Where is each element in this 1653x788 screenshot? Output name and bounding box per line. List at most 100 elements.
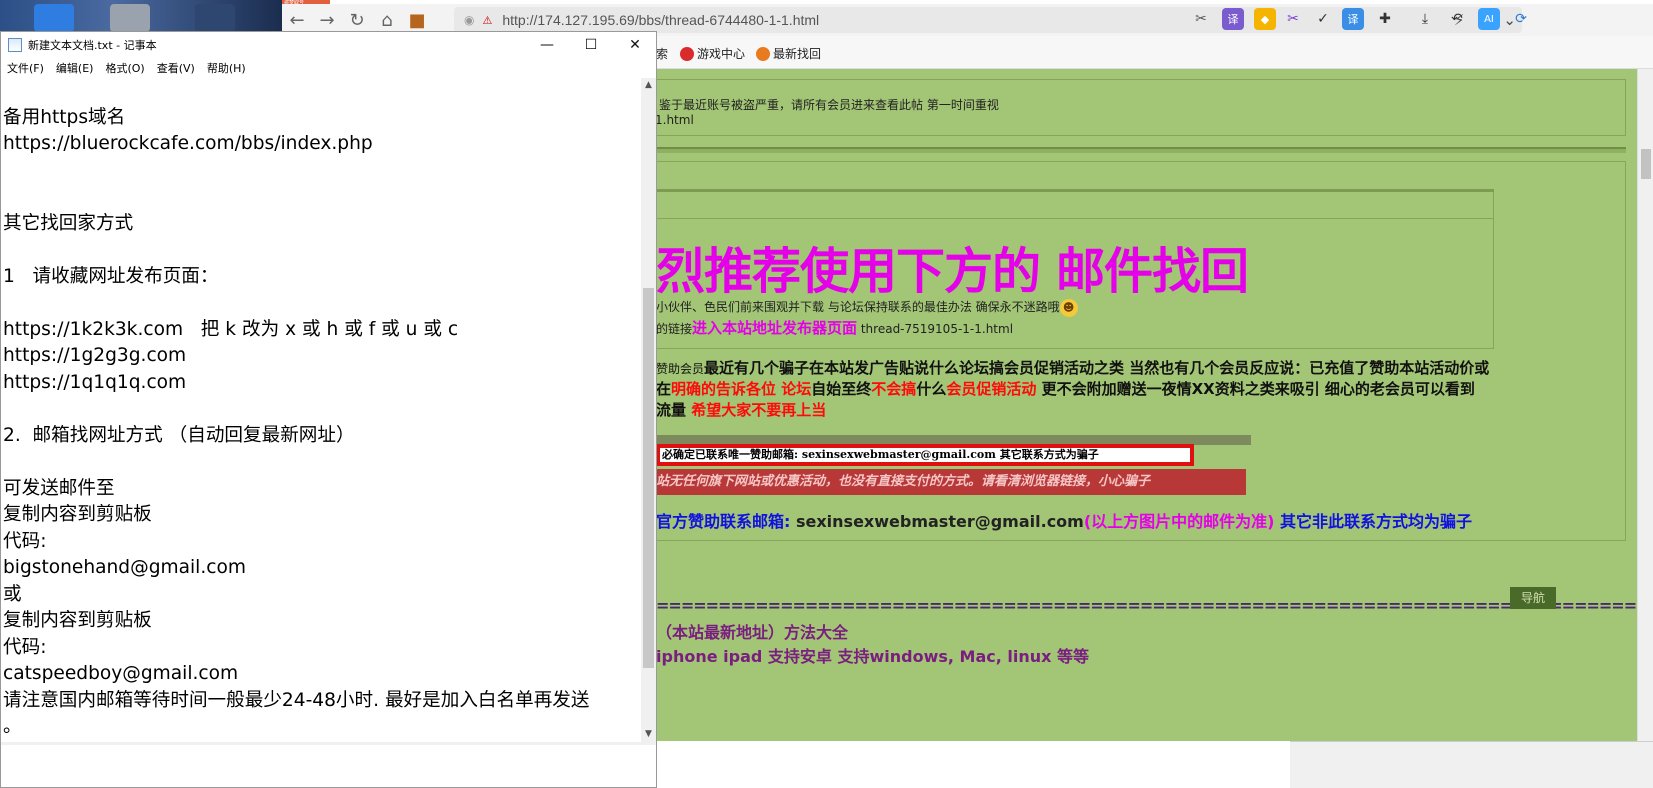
platforms-line: iphone ipad 支持安卓 支持windows, Mac, linux 等… — [656, 647, 1090, 666]
link-suffix[interactable]: thread-7519105-1-1.html — [857, 322, 1013, 336]
notepad-title: 新建文本文档.txt - 记事本 — [28, 39, 157, 52]
notepad-line: 1 请收藏网址发布页面： — [3, 265, 219, 287]
notepad-menubar: 文件(F) 编辑(E) 格式(O) 查看(V) 帮助(H) — [1, 58, 656, 78]
notepad-line: 2. 邮箱找网址方式 （自动回复最新网址） — [3, 424, 355, 446]
forward-icon[interactable]: → — [312, 6, 342, 34]
sponsor-label: 赞助会员 — [656, 362, 705, 376]
warning-red: 论坛 — [781, 380, 812, 398]
notice-link[interactable]: 1.html — [655, 113, 694, 127]
warning-text-1: 最近有几个骗子在本站发广告贴说什么论坛搞会员促销活动之类 当然也有几个会员反应说… — [704, 359, 1490, 377]
notepad-editor[interactable]: 备用https域名 https://bluerockcafe.com/bbs/in… — [3, 78, 640, 742]
link-line: 的链接进入本站地址发布器页面 thread-7519105-1-1.html — [656, 317, 1013, 338]
notepad-line — [3, 237, 640, 264]
notepad-line: catspeedboy@gmail.com — [3, 663, 239, 684]
desktop-app-icon[interactable] — [34, 4, 74, 32]
scam-warning-banner: 站无任何旗下网站或优惠活动，也没有直接支付的方式。请看清浏览器链接，小心骗子 — [656, 469, 1246, 495]
warning-text: 流量 — [656, 401, 692, 419]
menu-file[interactable]: 文件(F) — [7, 60, 44, 76]
contact-label: 官方赞助联系邮箱: — [656, 512, 796, 531]
status-bar — [1290, 741, 1653, 788]
menu-view[interactable]: 查看(V) — [157, 60, 195, 76]
translate-ext-icon[interactable]: 译 — [1222, 8, 1244, 30]
notepad-line: 代码: — [3, 530, 47, 552]
notepad-line: https://1q1q1q.com — [3, 371, 187, 393]
warning-red: 不会搞 — [871, 380, 917, 398]
undo-icon[interactable]: ↶ — [1446, 8, 1468, 30]
url-text[interactable]: http://174.127.195.69/bbs/thread-6744480… — [502, 12, 819, 28]
cut-ext-icon[interactable]: ✂ — [1282, 8, 1304, 30]
scroll-up-icon[interactable]: ▲ — [641, 78, 656, 93]
notepad-scrollbar[interactable]: ▲ ▼ — [641, 78, 656, 742]
contact-email[interactable]: sexinsexwebmaster@gmail.com — [796, 512, 1084, 531]
notepad-hscrollbar[interactable] — [1, 742, 656, 745]
insecure-icon: ⚠ — [482, 13, 493, 27]
close-icon[interactable]: ✕ — [613, 32, 657, 58]
bookmark-game-center[interactable]: 游戏中心 — [680, 45, 745, 62]
desktop-background — [0, 0, 282, 32]
page-scrollbar-thumb[interactable] — [1641, 149, 1651, 179]
download-icon[interactable]: ⤓ — [1414, 8, 1436, 30]
check-icon[interactable]: ✓ — [1312, 8, 1334, 30]
menu-format[interactable]: 格式(O) — [105, 60, 144, 76]
latest-icon — [756, 46, 770, 61]
notepad-line — [3, 184, 640, 211]
bookmark-item[interactable]: 索 — [656, 45, 668, 62]
notepad-line: https://bluerockcafe.com/bbs/index.php — [3, 133, 373, 154]
reload-icon[interactable]: ↻ — [342, 6, 372, 34]
notepad-line — [3, 449, 640, 476]
notepad-line: 可发送邮件至 — [3, 477, 115, 499]
method-title: （本站最新地址）方法大全 — [656, 623, 849, 642]
warning-red: 会员促销活动 — [946, 380, 1037, 398]
maximize-icon[interactable]: ☐ — [569, 32, 613, 58]
warning-text: 更不会附加赠送一夜情XX资料之类来吸引 细心的老会员可以看到 — [1036, 380, 1475, 398]
warning-line-1: 赞助会员最近有几个骗子在本站发广告贴说什么论坛搞会员促销活动之类 当然也有几个会… — [656, 358, 1636, 380]
scissors-icon[interactable]: ✂ — [1190, 8, 1212, 30]
publisher-link[interactable]: 进入本站地址发布器页面 — [692, 319, 857, 337]
section-divider — [656, 147, 1626, 153]
notepad-line: 其它找回家方式 — [3, 212, 134, 234]
translate-icon[interactable]: 译 — [1342, 8, 1364, 30]
notepad-icon — [8, 38, 22, 52]
desktop: 盗梦取号 ← → ↻ ⌂ ■ ◉ ⚠ http://174.127.195.69… — [0, 0, 1653, 788]
bookmark-label: 游戏中心 — [697, 47, 746, 61]
notepad-line: https://1g2g3g.com — [3, 345, 187, 366]
recycle-bin-icon[interactable] — [110, 4, 150, 32]
page-scrollbar[interactable] — [1637, 69, 1653, 741]
scroll-down-icon[interactable]: ▼ — [641, 727, 656, 742]
notepad-line: https://1k2k3k.com 把 k 改为 x 或 h 或 f 或 u … — [3, 318, 459, 340]
notepad-titlebar[interactable]: 新建文本文档.txt - 记事本 — ☐ ✕ — [1, 32, 656, 58]
back-icon[interactable]: ← — [282, 6, 312, 34]
nav-button[interactable]: 导航 — [1510, 587, 1556, 609]
contact-banner: 必确定已联系唯一赞助邮箱: sexinsexwebmaster@gmail.co… — [656, 444, 1194, 466]
notepad-line: 请注意国内邮箱等待时间一般最少24-48小时. 最好是加入白名单再发送 — [3, 689, 590, 711]
sync-icon[interactable]: ⟳ — [1510, 8, 1532, 30]
home-icon[interactable]: ⌂ — [372, 6, 402, 34]
warning-text: 自始至终 — [811, 380, 872, 398]
notepad-line: 。 — [3, 716, 22, 737]
menu-help[interactable]: 帮助(H) — [207, 60, 246, 76]
shield-ext-icon[interactable]: ◆ — [1254, 8, 1276, 30]
bookmark-latest[interactable]: 最新找回 — [756, 45, 821, 62]
warning-line-3: 流量 希望大家不要再上当 — [656, 400, 1636, 421]
contact-warning: 其它非此联系方式均为骗子 — [1274, 512, 1473, 531]
grin-emoji-icon: ☻ — [1059, 298, 1078, 317]
bookmark-label: 索 — [656, 47, 669, 61]
invite-text: 小伙伴、色民们前来围观并下载 与论坛保持联系的最佳办法 确保永不迷路哦 — [656, 300, 1060, 314]
contact-note: (以上方图片中的邮件为准) — [1083, 512, 1275, 531]
game-center-icon — [680, 46, 694, 61]
warning-red: 明确的告诉各位 — [671, 380, 777, 398]
notepad-line: 代码: — [3, 636, 47, 658]
notice-text[interactable]: 鉴于最近账号被盗严重，请所有会员进来查看此帖 第一时间重视 — [659, 96, 999, 113]
extension-briefcase-icon[interactable]: ■ — [402, 6, 432, 34]
warning-red: 希望大家不要再上当 — [691, 401, 827, 419]
notepad-scrollbar-thumb[interactable] — [643, 288, 654, 668]
notepad-line: 备用https域名 — [3, 106, 126, 128]
ai-icon[interactable]: AI — [1478, 8, 1500, 30]
bookmark-label: 最新找回 — [773, 47, 822, 61]
notepad-line: 或 — [3, 583, 22, 605]
puzzle-icon[interactable]: ✚ — [1374, 8, 1396, 30]
notepad-line — [3, 396, 640, 423]
minimize-icon[interactable]: — — [525, 32, 569, 58]
desktop-app-icon-2[interactable] — [195, 4, 235, 32]
menu-edit[interactable]: 编辑(E) — [56, 60, 94, 76]
